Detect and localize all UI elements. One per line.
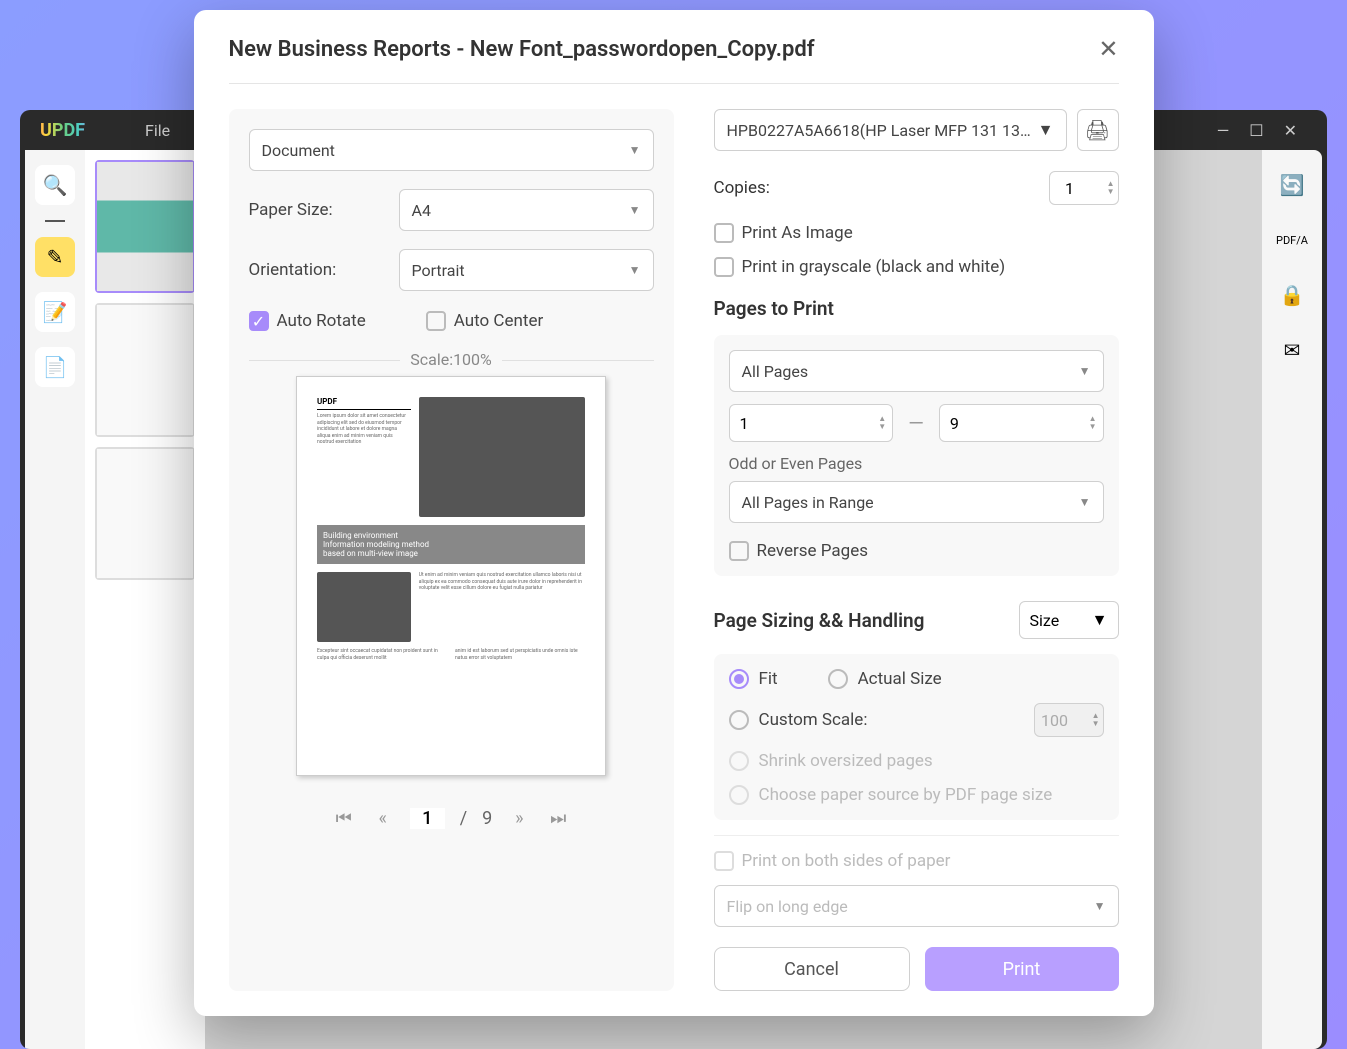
print-as-image-checkbox[interactable] — [714, 223, 734, 243]
auto-center-label: Auto Center — [454, 311, 543, 331]
modal-header: New Business Reports - New Font_password… — [229, 35, 1119, 84]
auto-rotate-label: Auto Rotate — [277, 311, 366, 331]
paper-source-label: Choose paper source by PDF page size — [759, 785, 1053, 805]
grayscale-label: Print in grayscale (black and white) — [742, 257, 1006, 277]
pager-total: 9 — [482, 808, 492, 829]
pages-to-print-section: All Pages ▼ ▲▼ — ▲▼ Odd — [714, 335, 1119, 576]
odd-even-label: Odd or Even Pages — [729, 454, 1104, 473]
print-type-select[interactable]: Document ▼ — [249, 129, 654, 171]
both-sides-label: Print on both sides of paper — [742, 851, 951, 871]
printer-select[interactable]: HPB0227A5A6618(HP Laser MFP 131 13… ▼ — [714, 109, 1067, 151]
orientation-label: Orientation: — [249, 260, 399, 280]
cancel-button[interactable]: Cancel — [714, 947, 910, 991]
custom-scale-radio[interactable] — [729, 710, 749, 730]
close-icon[interactable]: ✕ — [1098, 35, 1118, 63]
size-mode-select[interactable]: Size ▼ — [1019, 601, 1119, 639]
preview-page: UPDF Lorem ipsum dolor sit amet consecte… — [296, 376, 606, 776]
preview-area: UPDF Lorem ipsum dolor sit amet consecte… — [249, 376, 654, 830]
range-to-input[interactable]: ▲▼ — [939, 404, 1104, 442]
paper-size-label: Paper Size: — [249, 200, 399, 220]
paper-size-value: A4 — [412, 201, 431, 220]
flip-value: Flip on long edge — [727, 897, 848, 916]
spinner-down[interactable]: ▼ — [1092, 720, 1100, 728]
pager-next[interactable]: » — [507, 806, 531, 830]
chevron-down-icon: ▼ — [1094, 899, 1106, 913]
chevron-down-icon: ▼ — [1079, 364, 1091, 378]
auto-rotate-checkbox[interactable]: ✓ — [249, 311, 269, 331]
both-sides-checkbox — [714, 851, 734, 871]
range-from-input[interactable]: ▲▼ — [729, 404, 894, 442]
sizing-title: Page Sizing && Handling — [714, 609, 925, 632]
settings-panel: HPB0227A5A6618(HP Laser MFP 131 13… ▼ 🖨 … — [714, 109, 1119, 991]
pager-prev[interactable]: « — [371, 806, 395, 830]
modal-body: Document ▼ Paper Size: A4 ▼ Orientation:… — [229, 84, 1119, 991]
paper-size-select[interactable]: A4 ▼ — [399, 189, 654, 231]
pager-current[interactable] — [410, 808, 445, 829]
pages-to-print-title: Pages to Print — [714, 297, 1119, 320]
page-range-select[interactable]: All Pages ▼ — [729, 350, 1104, 392]
pager-last[interactable]: ⏭ — [546, 806, 570, 830]
scale-label: Scale:100% — [400, 350, 502, 369]
copies-label: Copies: — [714, 178, 770, 198]
spinner-down[interactable]: ▼ — [1089, 423, 1097, 431]
custom-scale-spinner[interactable]: ▲▼ — [1034, 703, 1104, 737]
print-as-image-label: Print As Image — [742, 223, 853, 243]
custom-scale-input[interactable] — [1035, 711, 1075, 730]
fit-label: Fit — [759, 669, 778, 689]
chevron-down-icon: ▼ — [1079, 495, 1091, 509]
spinner-down[interactable]: ▼ — [878, 423, 886, 431]
actual-size-radio[interactable] — [828, 669, 848, 689]
orientation-value: Portrait — [412, 261, 465, 280]
chevron-down-icon: ▼ — [629, 203, 641, 217]
spinner-down[interactable]: ▼ — [1107, 188, 1115, 196]
size-mode-value: Size — [1030, 611, 1060, 630]
chevron-down-icon: ▼ — [629, 263, 641, 277]
actual-size-label: Actual Size — [858, 669, 942, 689]
paper-source-radio — [729, 785, 749, 805]
print-type-value: Document — [262, 141, 335, 160]
grayscale-checkbox[interactable] — [714, 257, 734, 277]
print-dialog: New Business Reports - New Font_password… — [194, 10, 1154, 1016]
range-dash: — — [908, 411, 924, 435]
auto-center-checkbox[interactable] — [426, 311, 446, 331]
sizing-section: Fit Actual Size Custom Scale: — [714, 654, 1119, 820]
preview-panel: Document ▼ Paper Size: A4 ▼ Orientation:… — [229, 109, 674, 991]
reverse-pages-checkbox[interactable] — [729, 541, 749, 561]
print-button[interactable]: Print — [925, 947, 1119, 991]
odd-even-value: All Pages in Range — [742, 493, 874, 512]
copies-spinner[interactable]: ▲▼ — [1049, 171, 1119, 205]
reverse-pages-label: Reverse Pages — [757, 541, 869, 561]
copies-input[interactable] — [1050, 179, 1090, 198]
shrink-radio — [729, 751, 749, 771]
pager: ⏮ « / 9 » ⏭ — [332, 806, 571, 830]
fit-radio[interactable] — [729, 669, 749, 689]
shrink-label: Shrink oversized pages — [759, 751, 933, 771]
odd-even-select[interactable]: All Pages in Range ▼ — [729, 481, 1104, 523]
custom-scale-label: Custom Scale: — [759, 710, 868, 730]
modal-title: New Business Reports - New Font_password… — [229, 37, 815, 62]
chevron-down-icon: ▼ — [629, 143, 641, 157]
chevron-down-icon: ▼ — [1038, 120, 1054, 140]
page-range-value: All Pages — [742, 362, 809, 381]
orientation-select[interactable]: Portrait ▼ — [399, 249, 654, 291]
pager-first[interactable]: ⏮ — [332, 806, 356, 830]
printer-value: HPB0227A5A6618(HP Laser MFP 131 13… — [727, 121, 1031, 140]
pager-sep: / — [460, 808, 467, 829]
printer-properties-icon[interactable]: 🖨 — [1077, 109, 1119, 151]
scale-divider: Scale:100% — [249, 360, 654, 361]
chevron-down-icon: ▼ — [1092, 610, 1108, 630]
modal-overlay: New Business Reports - New Font_password… — [0, 0, 1347, 1049]
flip-select: Flip on long edge ▼ — [714, 885, 1119, 927]
